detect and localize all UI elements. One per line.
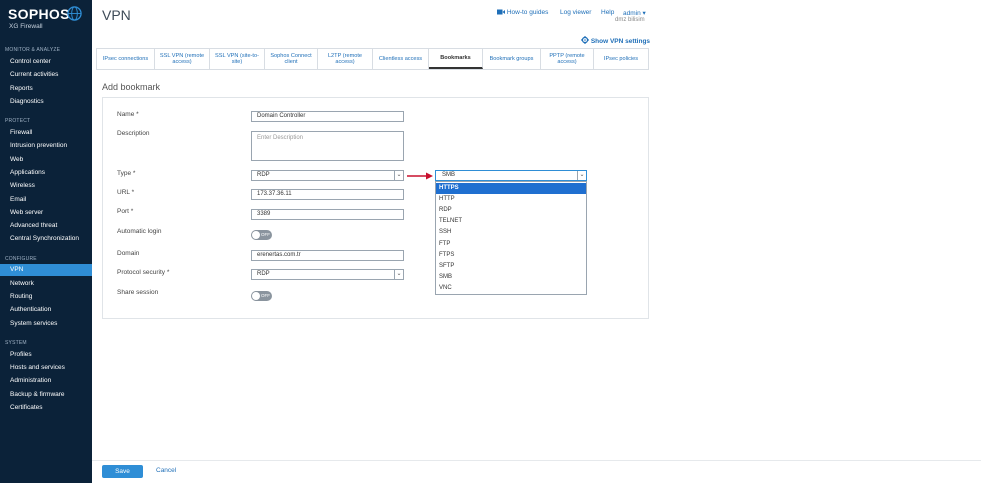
sidebar-item-control-center[interactable]: Control center xyxy=(0,56,92,68)
help-link[interactable]: Help xyxy=(601,9,614,16)
url-label: URL * xyxy=(117,189,135,196)
sidebar-item-web[interactable]: Web xyxy=(0,154,92,166)
dropdown-option-ftp[interactable]: FTP xyxy=(436,239,586,250)
tab-ssl-vpn-remote[interactable]: SSL VPN (remote access) xyxy=(155,49,210,69)
port-input[interactable]: 3389 xyxy=(251,209,404,220)
cancel-button[interactable]: Cancel xyxy=(156,467,176,474)
sidebar-item-routing[interactable]: Routing xyxy=(0,291,92,303)
tab-l2tp[interactable]: L2TP (remote access) xyxy=(318,49,373,69)
toggle-knob xyxy=(252,292,260,300)
section-heading-monitor: MONITOR & ANALYZE xyxy=(5,47,61,53)
tab-ipsec-connections[interactable]: IPsec connections xyxy=(97,49,155,69)
toggle-state: OFF xyxy=(261,293,270,298)
section-title: Add bookmark xyxy=(102,82,161,92)
dropdown-option-http[interactable]: HTTP xyxy=(436,194,586,205)
tab-bookmarks[interactable]: Bookmarks xyxy=(429,49,483,69)
protocol-security-select[interactable]: RDP ⌄ xyxy=(251,269,404,280)
description-textarea[interactable]: Enter Description xyxy=(251,131,404,161)
section-heading-configure: CONFIGURE xyxy=(5,256,37,262)
name-label: Name * xyxy=(117,111,139,118)
tab-ssl-vpn-site[interactable]: SSL VPN (site-to-site) xyxy=(210,49,265,69)
chevron-down-icon: ⌄ xyxy=(577,171,586,180)
tab-pptp[interactable]: PPTP (remote access) xyxy=(541,49,594,69)
user-menu[interactable]: admin ▾ xyxy=(623,9,646,17)
dropdown-option-smb[interactable]: SMB xyxy=(436,272,586,283)
sidebar-item-firewall[interactable]: Firewall xyxy=(0,127,92,139)
sidebar-item-wireless[interactable]: Wireless xyxy=(0,180,92,192)
save-button[interactable]: Save xyxy=(102,465,143,478)
sidebar-item-backup-firmware[interactable]: Backup & firmware xyxy=(0,389,92,401)
protocol-security-value: RDP xyxy=(257,271,270,277)
sidebar-item-profiles[interactable]: Profiles xyxy=(0,349,92,361)
show-vpn-settings-label: Show VPN settings xyxy=(590,38,651,45)
globe-icon xyxy=(67,6,82,21)
type-dropdown-select[interactable]: SMB ⌄ xyxy=(435,170,587,181)
toggle-state: OFF xyxy=(261,232,270,237)
description-label: Description xyxy=(117,130,150,137)
tab-ipsec-policies[interactable]: IPsec policies xyxy=(594,49,648,69)
sidebar-item-central-sync[interactable]: Central Synchronization xyxy=(0,233,92,245)
dropdown-selected-value: SMB xyxy=(442,172,456,178)
dropdown-option-ftps[interactable]: FTPS xyxy=(436,250,586,261)
share-session-label: Share session xyxy=(117,289,159,296)
type-dropdown-list: HTTPS HTTP RDP TELNET SSH FTP FTPS SFTP … xyxy=(435,181,587,295)
dropdown-option-https[interactable]: HTTPS xyxy=(436,183,586,194)
section-heading-system: SYSTEM xyxy=(5,340,27,346)
dropdown-option-vnc[interactable]: VNC xyxy=(436,283,586,294)
log-viewer-link[interactable]: Log viewer xyxy=(560,9,591,16)
show-vpn-settings-button[interactable]: Show VPN settings xyxy=(581,36,650,45)
video-icon xyxy=(497,9,505,15)
toggle-knob xyxy=(252,231,260,239)
sidebar-item-hosts-services[interactable]: Hosts and services xyxy=(0,362,92,374)
domain-input[interactable]: erenertas.com.tr xyxy=(251,250,404,261)
sidebar-item-current-activities[interactable]: Current activities xyxy=(0,69,92,81)
dropdown-option-ssh[interactable]: SSH xyxy=(436,227,586,238)
dropdown-option-telnet[interactable]: TELNET xyxy=(436,216,586,227)
url-input[interactable]: 173.37.36.11 xyxy=(251,189,404,200)
page-title: VPN xyxy=(102,7,131,23)
sidebar-item-certificates[interactable]: Certificates xyxy=(0,402,92,414)
type-select[interactable]: RDP ⌄ xyxy=(251,170,404,181)
chevron-down-icon: ⌄ xyxy=(394,270,403,279)
dropdown-option-rdp[interactable]: RDP xyxy=(436,205,586,216)
dropdown-option-sftp[interactable]: SFTP xyxy=(436,261,586,272)
type-label: Type * xyxy=(117,170,136,177)
automatic-login-label: Automatic login xyxy=(117,228,162,235)
automatic-login-toggle[interactable]: OFF xyxy=(251,230,272,240)
name-input[interactable]: Domain Controller xyxy=(251,111,404,122)
port-label: Port * xyxy=(117,208,134,215)
gear-icon xyxy=(581,36,589,44)
sidebar-item-web-server[interactable]: Web server xyxy=(0,207,92,219)
sidebar: SOPHOS XG Firewall MONITOR & ANALYZE Con… xyxy=(0,0,92,483)
sidebar-item-administration[interactable]: Administration xyxy=(0,375,92,387)
device-name: dmz bilisim xyxy=(615,17,645,23)
brand-name: SOPHOS xyxy=(8,6,70,22)
sidebar-item-advanced-threat[interactable]: Advanced threat xyxy=(0,220,92,232)
sidebar-item-reports[interactable]: Reports xyxy=(0,83,92,95)
tab-clientless-access[interactable]: Clientless access xyxy=(373,49,429,69)
how-to-guides-label: How-to guides xyxy=(506,9,549,16)
tab-bookmark-groups[interactable]: Bookmark groups xyxy=(483,49,541,69)
section-heading-protect: PROTECT xyxy=(5,118,31,124)
sidebar-item-email[interactable]: Email xyxy=(0,194,92,206)
how-to-guides-link[interactable]: How-to guides xyxy=(497,9,548,16)
sidebar-item-applications[interactable]: Applications xyxy=(0,167,92,179)
sidebar-item-authentication[interactable]: Authentication xyxy=(0,304,92,316)
protocol-security-label: Protocol security * xyxy=(117,269,170,276)
sophos-logo[interactable]: SOPHOS XG Firewall xyxy=(8,6,88,32)
domain-label: Domain xyxy=(117,250,140,257)
red-arrow-icon xyxy=(407,172,433,180)
sidebar-item-system-services[interactable]: System services xyxy=(0,318,92,330)
sidebar-item-intrusion-prevention[interactable]: Intrusion prevention xyxy=(0,140,92,152)
sidebar-item-diagnostics[interactable]: Diagnostics xyxy=(0,96,92,108)
chevron-down-icon: ⌄ xyxy=(394,171,403,180)
share-session-toggle[interactable]: OFF xyxy=(251,291,272,301)
sidebar-item-vpn[interactable]: VPN xyxy=(0,264,92,276)
sidebar-item-network[interactable]: Network xyxy=(0,278,92,290)
footer-bar xyxy=(92,460,981,483)
type-select-value: RDP xyxy=(257,172,270,178)
tab-bar: IPsec connections SSL VPN (remote access… xyxy=(96,48,649,70)
tab-sophos-connect[interactable]: Sophos Connect client xyxy=(265,49,318,69)
product-name: XG Firewall xyxy=(9,23,43,30)
